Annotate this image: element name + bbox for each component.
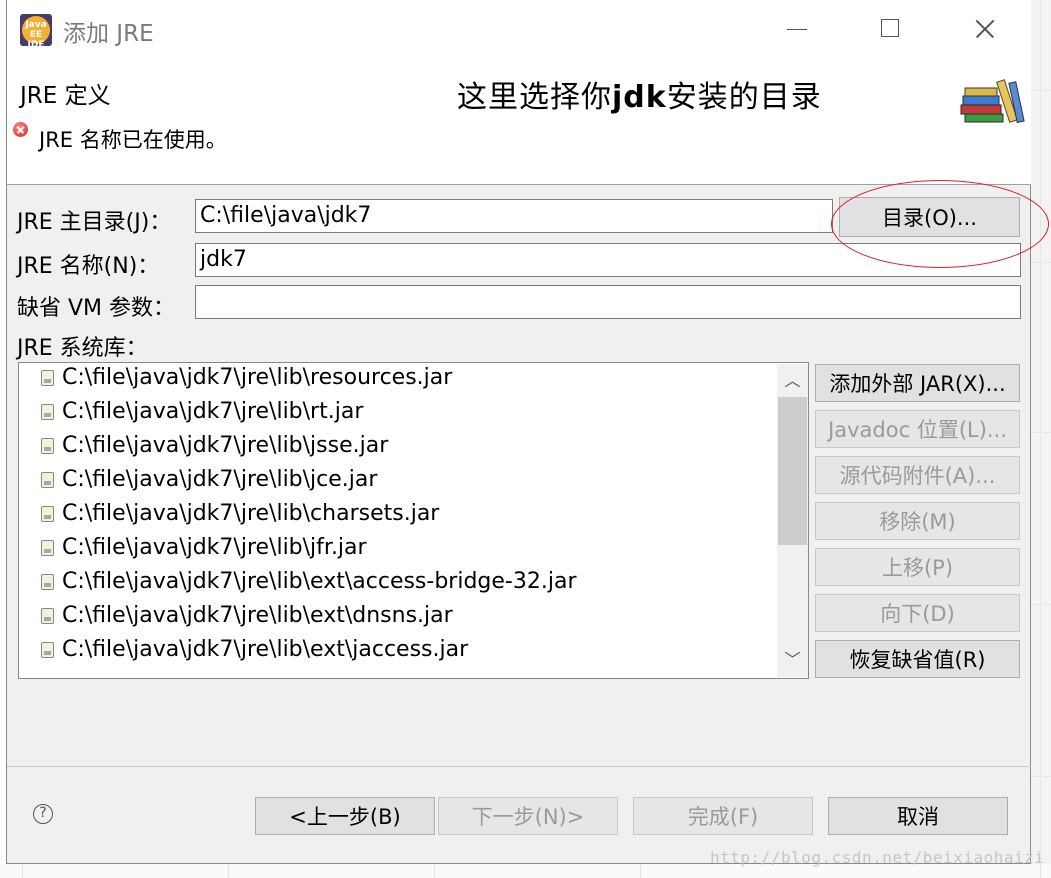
move-down-button[interactable]: 向下(D) — [815, 594, 1020, 632]
error-icon — [13, 122, 28, 137]
jre-name-label: JRE 名称(N)： — [17, 254, 160, 279]
jar-file-icon — [41, 370, 54, 386]
help-icon[interactable]: ? — [33, 804, 53, 824]
jar-file-icon — [41, 574, 54, 590]
jar-file-icon — [41, 642, 54, 658]
title-bar[interactable]: Java EE IDE 添加 JRE — [7, 0, 1031, 58]
jar-file-icon — [41, 472, 54, 488]
finish-button[interactable]: 完成(F) — [633, 797, 813, 835]
background-grid-line — [434, 864, 435, 878]
window-title: 添加 JRE — [63, 21, 154, 47]
source-attachment-button[interactable]: 源代码附件(A)... — [815, 456, 1020, 494]
vm-args-input[interactable] — [195, 285, 1021, 319]
list-item[interactable]: C:\file\java\jdk7\jre\lib\jsse.jar — [41, 433, 388, 467]
list-item[interactable]: C:\file\java\jdk7\jre\lib\ext\access-bri… — [41, 569, 577, 603]
jre-home-input[interactable]: C:\file\java\jdk7 — [195, 199, 833, 233]
directory-button[interactable]: 目录(O)... — [839, 197, 1020, 237]
background-grid-line — [1040, 0, 1041, 878]
library-list[interactable]: C:\file\java\jdk7\jre\lib\resources.jar … — [18, 362, 809, 679]
list-item[interactable]: C:\file\java\jdk7\jre\lib\jfr.jar — [41, 535, 367, 569]
jar-file-icon — [41, 506, 54, 522]
library-path: C:\file\java\jdk7\jre\lib\rt.jar — [62, 399, 364, 424]
library-path: C:\file\java\jdk7\jre\lib\jce.jar — [62, 467, 378, 492]
list-item[interactable]: C:\file\java\jdk7\jre\lib\ext\dnsns.jar — [41, 603, 453, 637]
app-icon-label: Java EE IDE — [25, 20, 47, 46]
eclipse-app-icon: Java EE IDE — [20, 14, 52, 46]
wizard-header: JRE 定义 这里选择你jdk安装的目录 JRE 名称已在使用。 — [7, 58, 1031, 185]
chevron-down-icon[interactable]: ﹀ — [777, 645, 808, 675]
list-item[interactable]: C:\file\java\jdk7\jre\lib\jce.jar — [41, 467, 377, 501]
vm-args-label: 缺省 VM 参数： — [17, 296, 176, 321]
error-message: JRE 名称已在使用。 — [39, 128, 227, 152]
annotation-note-bold: jdk — [612, 80, 667, 115]
list-item[interactable]: C:\file\java\jdk7\jre\lib\ext\jaccess.ja… — [41, 637, 468, 671]
background-grid-line — [1031, 90, 1051, 91]
cancel-button[interactable]: 取消 — [828, 797, 1008, 835]
jre-name-input[interactable]: jdk7 — [195, 243, 1021, 277]
minimize-button[interactable] — [777, 10, 817, 48]
jar-file-icon — [41, 540, 54, 556]
library-path: C:\file\java\jdk7\jre\lib\charsets.jar — [62, 501, 440, 526]
background-grid-line — [228, 864, 229, 878]
page-title: JRE 定义 — [20, 83, 111, 109]
background-grid-line — [1031, 262, 1051, 263]
books-icon — [960, 79, 1025, 123]
libraries-label: JRE 系统库： — [17, 336, 148, 361]
back-button[interactable]: <上一步(B) — [255, 797, 435, 835]
maximize-button[interactable] — [871, 10, 911, 48]
annotation-note-prefix: 这里选择你 — [457, 80, 612, 115]
footer-separator — [7, 766, 1031, 767]
background-grid-line — [640, 864, 641, 878]
library-path: C:\file\java\jdk7\jre\lib\ext\jaccess.ja… — [62, 637, 469, 662]
jre-home-label: JRE 主目录(J)： — [17, 210, 172, 235]
remove-button[interactable]: 移除(M) — [815, 502, 1020, 540]
add-jre-dialog: Java EE IDE 添加 JRE JRE 定义 这里选择你jdk安装的目录 … — [6, 0, 1049, 864]
scrollbar-thumb[interactable] — [778, 397, 807, 545]
chevron-up-icon[interactable]: ︿ — [777, 366, 808, 396]
list-item[interactable]: C:\file\java\jdk7\jre\lib\charsets.jar — [41, 501, 439, 535]
javadoc-location-button[interactable]: Javadoc 位置(L)... — [815, 410, 1020, 448]
background-strip-right — [1031, 0, 1051, 878]
jar-file-icon — [41, 608, 54, 624]
library-path: C:\file\java\jdk7\jre\lib\jfr.jar — [62, 535, 367, 560]
background-grid-line — [1031, 604, 1051, 605]
add-external-jar-button[interactable]: 添加外部 JAR(X)... — [815, 364, 1020, 402]
jar-file-icon — [41, 438, 54, 454]
library-path: C:\file\java\jdk7\jre\lib\ext\access-bri… — [62, 569, 577, 594]
move-up-button[interactable]: 上移(P) — [815, 548, 1020, 586]
list-item[interactable]: C:\file\java\jdk7\jre\lib\rt.jar — [41, 399, 363, 433]
background-grid-line — [1031, 776, 1051, 777]
watermark: http://blog.csdn.net/beixiaohaizi — [710, 848, 1045, 867]
list-item[interactable]: C:\file\java\jdk7\jre\lib\resources.jar — [41, 365, 452, 399]
close-button[interactable] — [965, 10, 1005, 48]
library-path: C:\file\java\jdk7\jre\lib\jsse.jar — [62, 433, 389, 458]
library-path: C:\file\java\jdk7\jre\lib\resources.jar — [62, 365, 453, 390]
background-grid-line — [22, 864, 23, 878]
annotation-note: 这里选择你jdk安装的目录 — [457, 72, 822, 116]
jar-file-icon — [41, 404, 54, 420]
restore-default-button[interactable]: 恢复缺省值(R) — [815, 640, 1020, 678]
background-grid-line — [1031, 432, 1051, 433]
list-scrollbar[interactable]: ︿ ﹀ — [777, 364, 808, 677]
annotation-note-suffix: 安装的目录 — [666, 80, 822, 115]
library-path: C:\file\java\jdk7\jre\lib\ext\dnsns.jar — [62, 603, 453, 628]
next-button[interactable]: 下一步(N)> — [438, 797, 618, 835]
